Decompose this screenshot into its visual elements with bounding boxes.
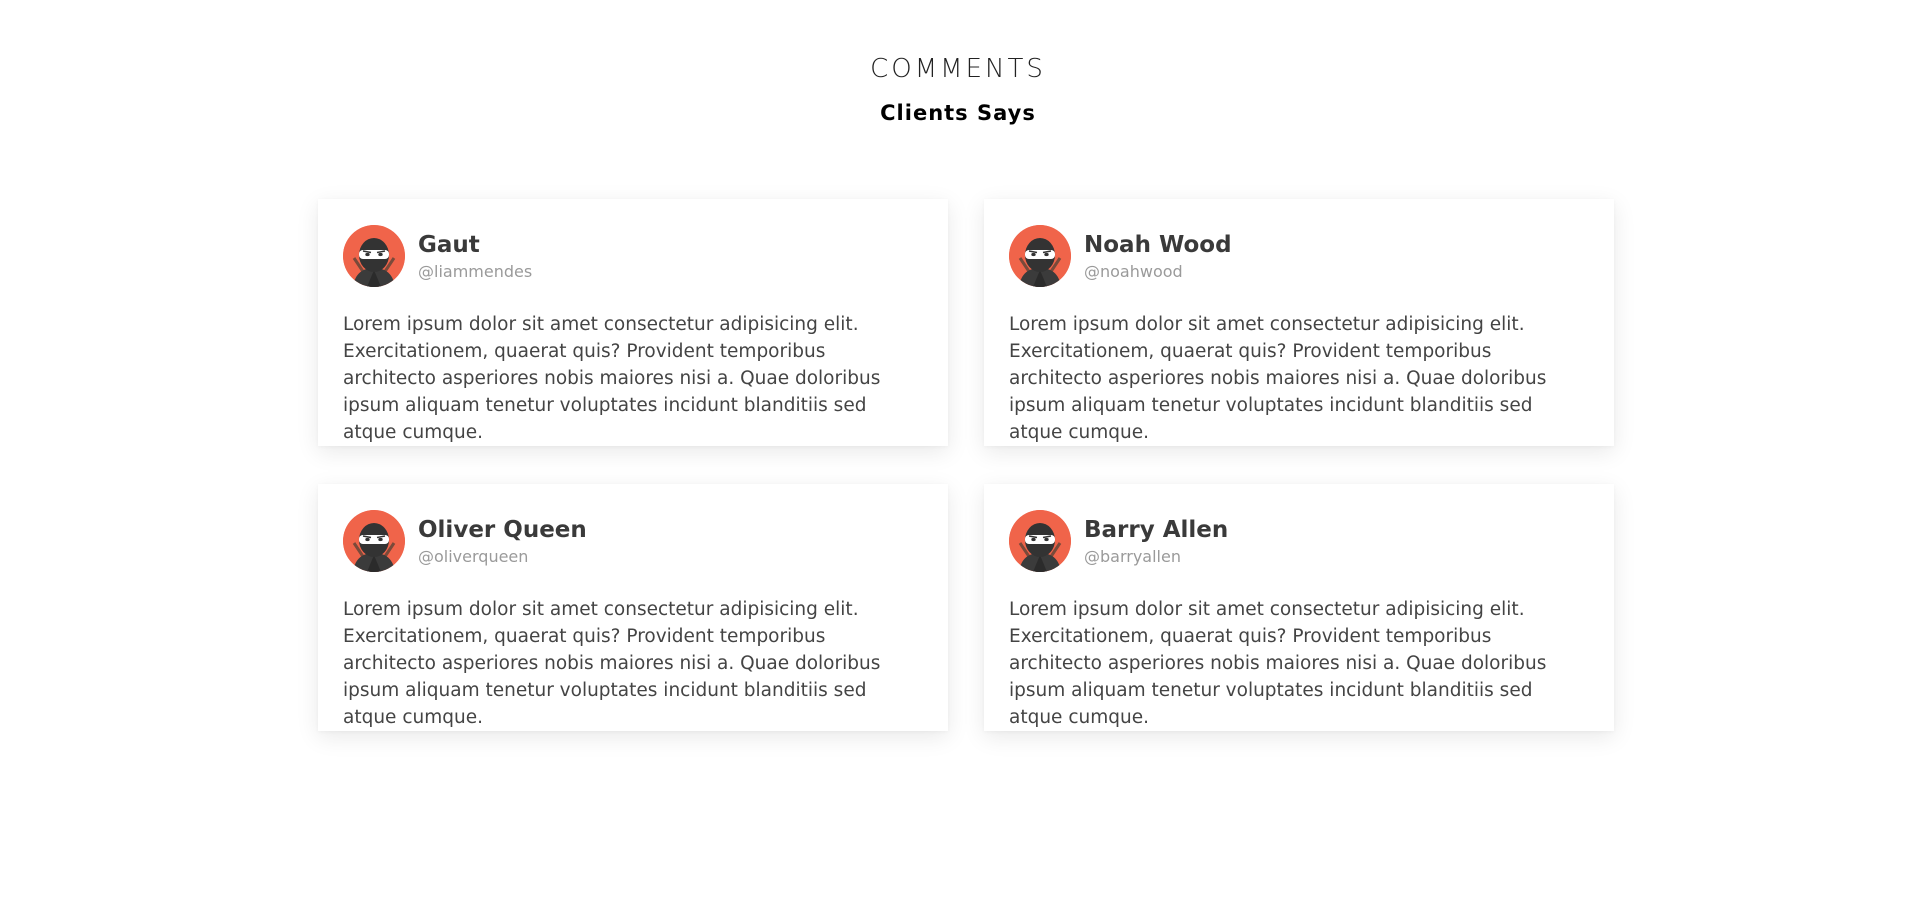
comment-text: Lorem ipsum dolor sit amet consectetur a… bbox=[343, 314, 881, 443]
comment-card-header: Noah Wood @noahwood bbox=[1009, 225, 1589, 287]
user-name: Gaut bbox=[418, 231, 480, 258]
user-info: Barry Allen @barryallen bbox=[1084, 516, 1228, 567]
comment-text: Lorem ipsum dolor sit amet consectetur a… bbox=[343, 599, 881, 728]
comment-card: Oliver Queen @oliverqueen Lorem ipsum do… bbox=[318, 484, 948, 731]
comment-card-header: Barry Allen @barryallen bbox=[1009, 510, 1589, 572]
comment-text: Lorem ipsum dolor sit amet consectetur a… bbox=[1009, 599, 1547, 728]
ninja-avatar-icon bbox=[343, 510, 405, 572]
section-header: COMMENTS Clients Says bbox=[0, 50, 1916, 128]
comment-card: Barry Allen @barryallen Lorem ipsum dolo… bbox=[984, 484, 1614, 731]
comment-text: Lorem ipsum dolor sit amet consectetur a… bbox=[1009, 314, 1547, 443]
ninja-avatar-icon bbox=[1009, 510, 1071, 572]
comment-card-header: Gaut @liammendes bbox=[343, 225, 923, 287]
comments-page: COMMENTS Clients Says Gaut @liammendes L… bbox=[0, 0, 1916, 910]
user-handle: @barryallen bbox=[1084, 546, 1181, 566]
user-name: Oliver Queen bbox=[418, 516, 587, 543]
user-info: Gaut @liammendes bbox=[418, 231, 532, 282]
comment-card: Noah Wood @noahwood Lorem ipsum dolor si… bbox=[984, 199, 1614, 446]
user-handle: @oliverqueen bbox=[418, 546, 529, 566]
user-name: Barry Allen bbox=[1084, 516, 1229, 543]
comment-card-header: Oliver Queen @oliverqueen bbox=[343, 510, 923, 572]
ninja-avatar-icon bbox=[343, 225, 405, 287]
user-handle: @liammendes bbox=[418, 261, 533, 281]
comment-card: Gaut @liammendes Lorem ipsum dolor sit a… bbox=[318, 199, 948, 446]
user-name: Noah Wood bbox=[1084, 231, 1232, 258]
comments-grid: Gaut @liammendes Lorem ipsum dolor sit a… bbox=[318, 199, 1614, 731]
user-info: Oliver Queen @oliverqueen bbox=[418, 516, 587, 567]
section-subtitle: Clients Says bbox=[880, 101, 1036, 125]
user-handle: @noahwood bbox=[1084, 261, 1183, 281]
ninja-avatar-icon bbox=[1009, 225, 1071, 287]
section-title: COMMENTS bbox=[870, 54, 1046, 84]
user-info: Noah Wood @noahwood bbox=[1084, 231, 1232, 282]
